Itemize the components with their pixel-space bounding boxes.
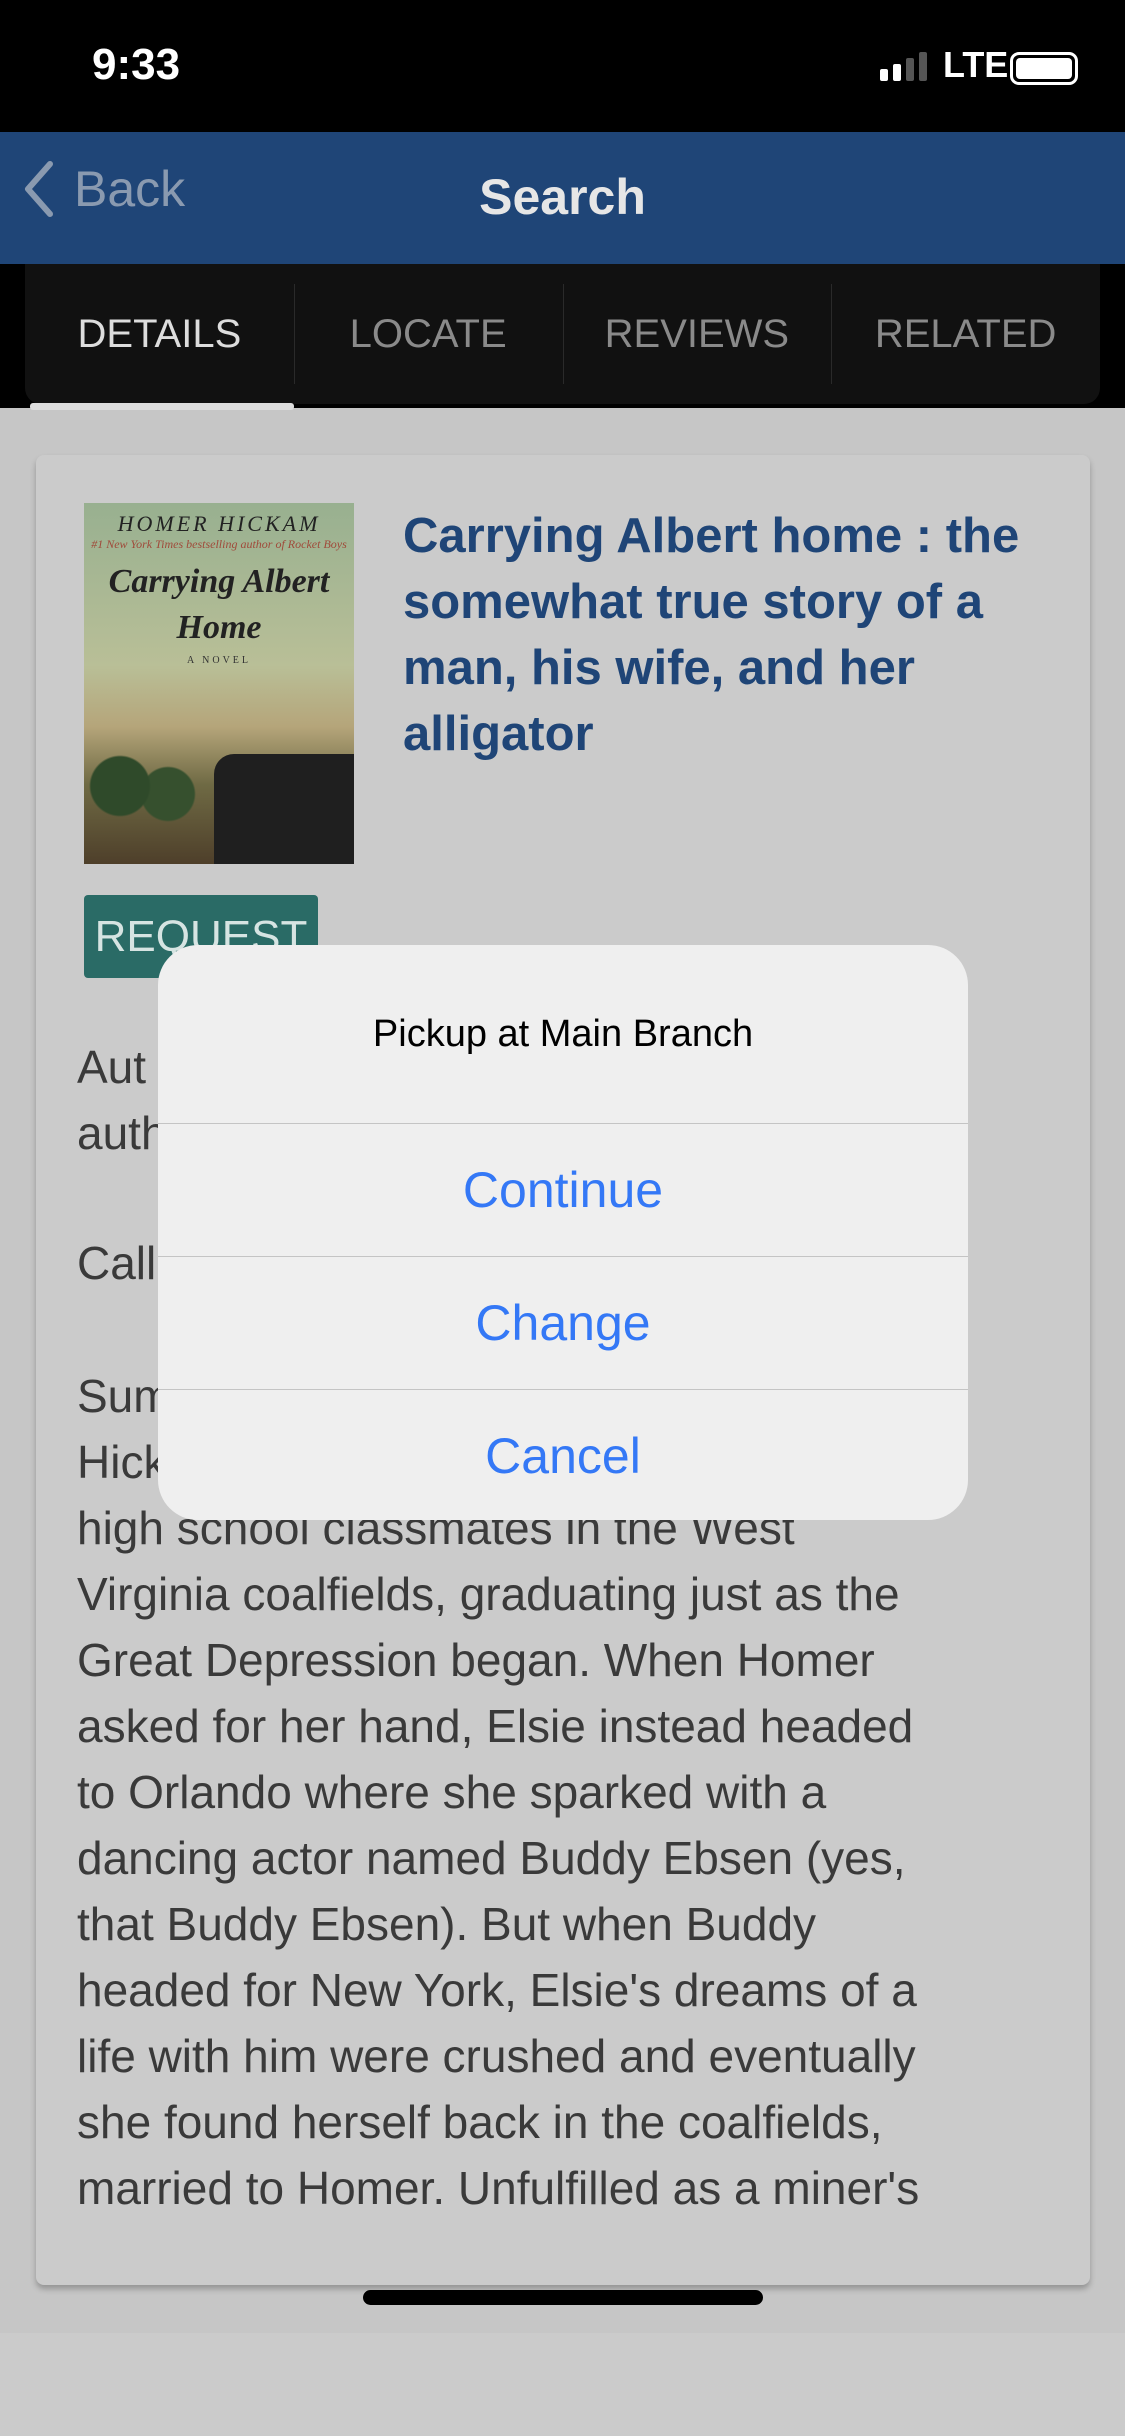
signal-icon — [880, 52, 927, 81]
cover-title: Carrying Albert Home — [108, 563, 330, 646]
network-label: LTE — [943, 44, 1009, 85]
home-indicator[interactable] — [363, 2290, 763, 2305]
cover-trees — [84, 754, 204, 834]
details-text-line: Hick — [77, 1436, 167, 1488]
details-text-line: asked for her hand, Elsie instead headed — [77, 1700, 914, 1752]
details-text-line: to Orlando where she sparked with a — [77, 1766, 827, 1818]
continue-button[interactable]: Continue — [158, 1123, 968, 1256]
cancel-button[interactable]: Cancel — [158, 1389, 968, 1520]
details-text-line: dancing actor named Buddy Ebsen (yes, — [77, 1832, 906, 1884]
battery-icon — [1010, 52, 1078, 85]
details-text-line: Virginia coalfields, graduating just as … — [77, 1568, 900, 1620]
details-text-line: Great Depression began. When Homer — [77, 1634, 875, 1686]
page-title: Search — [479, 169, 646, 225]
cover-author: HOMER HICKAM — [117, 511, 321, 536]
tab-bar: DETAILS LOCATE REVIEWS RELATED — [25, 264, 1100, 410]
details-text-line: headed for New York, Elsie's dreams of a — [77, 1964, 917, 2016]
cover-car — [214, 754, 354, 864]
book-title: Carrying Albert home : the somewhat true… — [403, 509, 1020, 761]
dialog-title: Pickup at Main Branch — [372, 1012, 754, 1055]
cover-subtitle: A NOVEL — [186, 655, 252, 666]
cover-tagline: #1 New York Times bestselling author of … — [91, 537, 347, 551]
details-text-line: Call — [77, 1237, 157, 1289]
pickup-dialog: Pickup at Main Branch Continue Change Ca… — [158, 945, 968, 1520]
tab-locate[interactable]: LOCATE — [293, 264, 563, 404]
bottom-bar — [0, 2333, 1125, 2436]
details-text-line: auth — [77, 1107, 167, 1159]
change-button[interactable]: Change — [158, 1256, 968, 1389]
tab-reviews[interactable]: REVIEWS — [562, 264, 832, 404]
tab-details[interactable]: DETAILS — [25, 264, 294, 410]
details-text-line: that Buddy Ebsen). But when Buddy — [77, 1898, 817, 1950]
status-time: 9:33 — [92, 40, 181, 89]
details-text-line: Aut — [77, 1041, 147, 1093]
details-text-line: married to Homer. Unfulfilled as a miner… — [77, 2162, 920, 2214]
book-cover-image: HOMER HICKAM #1 New York Times bestselli… — [84, 503, 354, 864]
details-text-line: she found herself back in the coalfields… — [77, 2096, 883, 2148]
tab-related[interactable]: RELATED — [831, 264, 1100, 404]
details-text-line: life with him were crushed and eventuall… — [77, 2030, 916, 2082]
